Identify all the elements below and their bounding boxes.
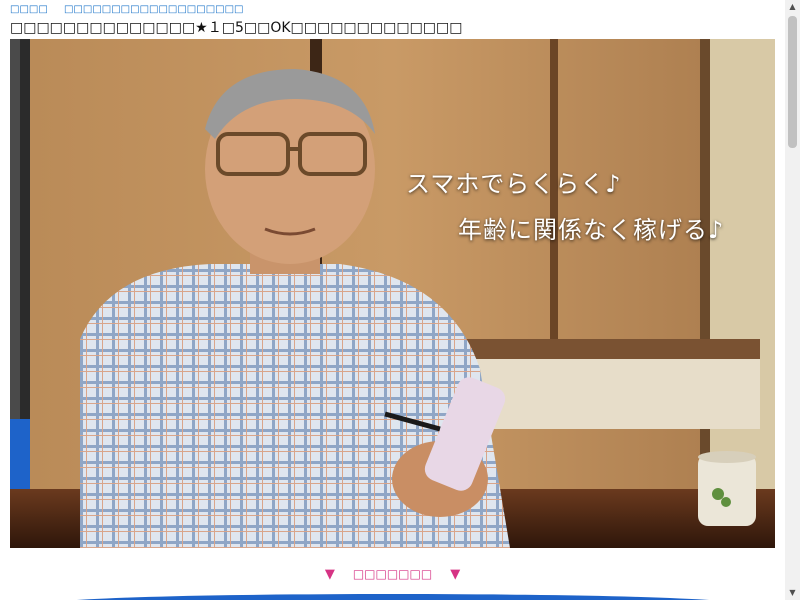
- page-title: □□□□□□□□□□□□□□★１□5□□OK□□□□□□□□□□□□□: [10, 20, 463, 36]
- hero-photo-elderly-man-with-smartphone: [10, 39, 775, 548]
- scroll-down-arrow-icon[interactable]: ▼: [785, 586, 800, 600]
- section-header-label: □□□□□□□: [352, 567, 433, 581]
- scroll-up-arrow-icon[interactable]: ▲: [785, 0, 800, 14]
- blue-banner: [48, 594, 738, 600]
- breadcrumb-home-link[interactable]: □□□□: [10, 4, 48, 15]
- vertical-scrollbar[interactable]: ▲ ▼: [785, 0, 800, 600]
- hero-caption-line-1: スマホでらくらく♪: [406, 170, 622, 198]
- section-header: ▼ □□□□□□□ ▼: [0, 565, 785, 584]
- hero-caption-line-2: 年齢に関係なく稼げる♪: [458, 216, 725, 244]
- breadcrumb: □□□□ □□□□□□□□□□□□□□□□□□□: [10, 3, 244, 17]
- page-content: □□□□ □□□□□□□□□□□□□□□□□□□ □□□□□□□□□□□□□□★…: [0, 0, 785, 600]
- triangle-down-icon: ▼: [450, 567, 461, 582]
- hero-image: スマホでらくらく♪ 年齢に関係なく稼げる♪: [10, 39, 775, 548]
- breadcrumb-category-link[interactable]: □□□□□□□□□□□□□□□□□□□: [64, 4, 244, 15]
- hero-caption: スマホでらくらく♪ 年齢に関係なく稼げる♪: [406, 164, 724, 256]
- scrollbar-thumb[interactable]: [788, 16, 797, 148]
- triangle-down-icon: ▼: [324, 567, 335, 582]
